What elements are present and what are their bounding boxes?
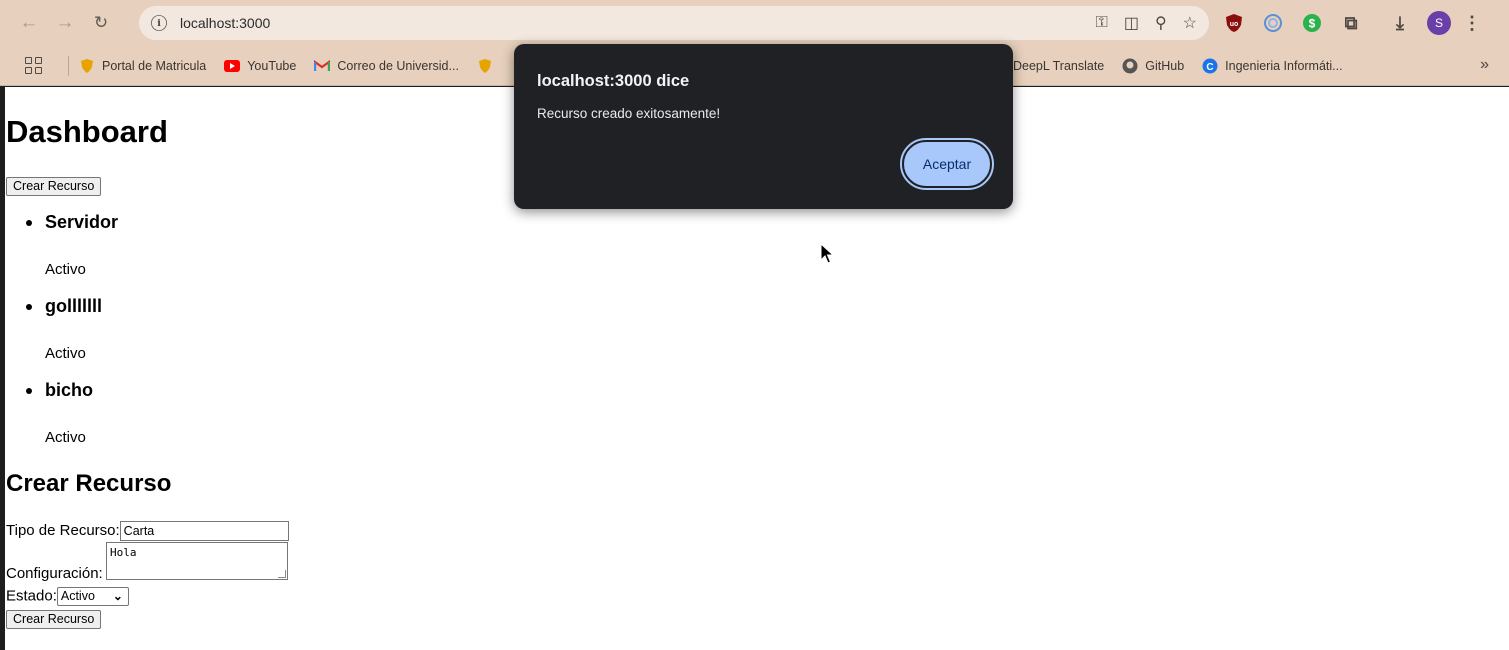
url-text[interactable]: localhost:3000 — [180, 15, 270, 31]
chevron-down-icon: ⌄ — [112, 589, 123, 603]
svg-text:C: C — [1207, 62, 1214, 73]
config-label: Configuración: — [6, 565, 103, 582]
config-textarea[interactable]: Hola — [106, 542, 288, 580]
bullet — [26, 304, 32, 310]
resource-status: Activo — [45, 429, 86, 446]
extension-circle-icon[interactable] — [1261, 11, 1285, 35]
resource-name: golllllll — [45, 296, 102, 316]
bookmark-label: Correo de Universid... — [337, 58, 459, 73]
extension-dollar-icon[interactable]: $ — [1300, 11, 1324, 35]
github-icon — [1122, 58, 1138, 74]
form-heading: Crear Recurso — [6, 470, 172, 497]
create-resource-button[interactable]: Crear Recurso — [6, 177, 102, 196]
type-row: Tipo de Recurso: — [6, 521, 289, 541]
gmail-icon — [314, 58, 331, 74]
zoom-icon[interactable]: ⚲ — [1155, 13, 1167, 33]
browser-toolbar: ← → ↻ i localhost:3000 ⚿ ◫ ⚲ ☆ uo $ ⧉ ⤓ … — [0, 0, 1509, 46]
alert-dialog: localhost:3000 dice Recurso creado exito… — [514, 44, 1013, 209]
bookmark-label: GitHub — [1145, 59, 1185, 73]
config-row: Configuración: — [6, 565, 103, 582]
youtube-icon — [224, 58, 241, 74]
bookmark-hidden[interactable] — [477, 58, 500, 74]
dialog-title: localhost:3000 dice — [537, 72, 690, 90]
shield-icon — [477, 58, 493, 74]
page-title: Dashboard — [6, 114, 168, 149]
bookmarks-separator — [68, 55, 69, 76]
back-icon[interactable]: ← — [13, 7, 45, 39]
download-icon[interactable]: ⤓ — [1388, 11, 1412, 35]
install-app-icon[interactable]: ◫ — [1124, 13, 1139, 33]
bookmark-label: Portal de Matricula — [102, 58, 207, 73]
svg-text:$: $ — [1309, 17, 1316, 31]
address-bar[interactable]: i localhost:3000 ⚿ ◫ ⚲ ☆ — [139, 6, 1209, 40]
bullet — [26, 220, 32, 226]
resize-handle-icon[interactable] — [278, 570, 286, 578]
ublock-extension-icon[interactable]: uo — [1222, 11, 1246, 35]
forward-icon[interactable]: → — [49, 7, 81, 39]
apps-grid-icon[interactable] — [25, 56, 43, 75]
more-bookmarks-icon[interactable]: » — [1480, 56, 1489, 74]
type-label: Tipo de Recurso: — [6, 521, 120, 539]
site-info-icon[interactable]: i — [151, 15, 167, 31]
bookmark-github[interactable]: GitHub — [1122, 58, 1184, 74]
bookmark-label: DeepL Translate — [1013, 59, 1105, 73]
bookmark-gmail[interactable]: Correo de Universid... — [314, 58, 459, 74]
svg-text:uo: uo — [1230, 21, 1239, 28]
resource-type-input[interactable] — [119, 521, 289, 541]
submit-create-resource-button[interactable]: Crear Recurso — [6, 610, 102, 629]
bookmark-youtube[interactable]: YouTube — [224, 58, 296, 74]
reload-icon[interactable]: ↻ — [85, 7, 117, 39]
bookmark-label: Ingenieria Informáti... — [1225, 59, 1343, 73]
config-text: Hola — [110, 546, 137, 559]
bookmark-portal[interactable]: Portal de Matricula — [79, 58, 206, 74]
status-row: Estado: Activo ⌄ — [6, 587, 129, 606]
bullet — [26, 388, 32, 394]
c-logo-icon: C — [1202, 58, 1218, 74]
profile-avatar[interactable]: S — [1427, 11, 1451, 35]
status-select[interactable]: Activo ⌄ — [56, 587, 129, 606]
resource-status: Activo — [45, 261, 86, 278]
bookmark-label: YouTube — [247, 58, 297, 73]
resource-status: Activo — [45, 345, 86, 362]
extensions-puzzle-icon[interactable]: ⧉ — [1339, 11, 1363, 35]
mouse-cursor-icon — [820, 243, 834, 264]
resource-name: bicho — [45, 380, 93, 400]
dialog-message: Recurso creado exitosamente! — [537, 106, 721, 121]
accept-button[interactable]: Aceptar — [900, 138, 994, 190]
bookmark-deepl[interactable]: DeepL Translate — [1013, 59, 1104, 73]
shield-icon — [79, 58, 95, 74]
resource-name: Servidor — [45, 212, 119, 232]
menu-kebab-icon[interactable]: ⋮ — [1463, 11, 1481, 35]
key-icon[interactable]: ⚿ — [1096, 14, 1108, 32]
status-label: Estado: — [6, 587, 57, 605]
status-selected-value: Activo — [60, 589, 95, 603]
bookmark-star-icon[interactable]: ☆ — [1183, 13, 1197, 33]
bookmark-ingenieria[interactable]: C Ingenieria Informáti... — [1202, 58, 1343, 74]
